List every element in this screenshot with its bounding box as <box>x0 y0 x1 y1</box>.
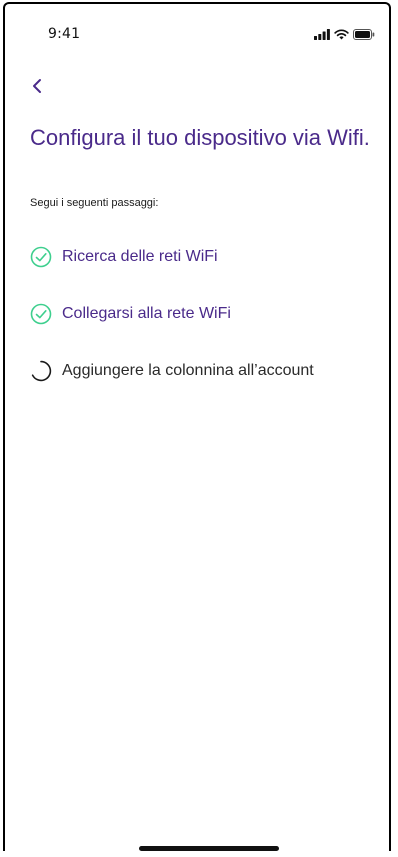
wifi-icon <box>334 29 349 40</box>
setup-steps-list: Ricerca delle reti WiFi Collegarsi alla … <box>30 242 380 413</box>
check-circle-icon <box>30 246 52 268</box>
step-item-connect-network: Collegarsi alla rete WiFi <box>30 299 380 329</box>
step-label: Aggiungere la colonnina all’account <box>62 362 314 379</box>
chevron-left-icon <box>33 79 41 93</box>
check-circle-icon <box>30 303 52 325</box>
step-item-add-charger: Aggiungere la colonnina all’account <box>30 356 380 386</box>
step-label: Ricerca delle reti WiFi <box>62 248 218 265</box>
status-time: 9:41 <box>48 26 81 42</box>
step-label: Collegarsi alla rete WiFi <box>62 305 231 322</box>
phone-screen: 9:41 Configura il tuo dispositivo via Wi… <box>3 2 391 851</box>
status-bar: 9:41 <box>5 26 389 46</box>
page-title: Configura il tuo dispositivo via Wifi. <box>30 125 370 150</box>
status-icons <box>314 29 375 40</box>
back-button[interactable] <box>23 72 51 100</box>
page-subtitle: Segui i seguenti passaggi: <box>30 197 159 209</box>
spinner-icon <box>31 360 52 382</box>
battery-icon <box>353 29 375 40</box>
home-indicator[interactable] <box>139 846 279 851</box>
step-item-search-networks: Ricerca delle reti WiFi <box>30 242 380 272</box>
cellular-signal-icon <box>314 29 330 40</box>
